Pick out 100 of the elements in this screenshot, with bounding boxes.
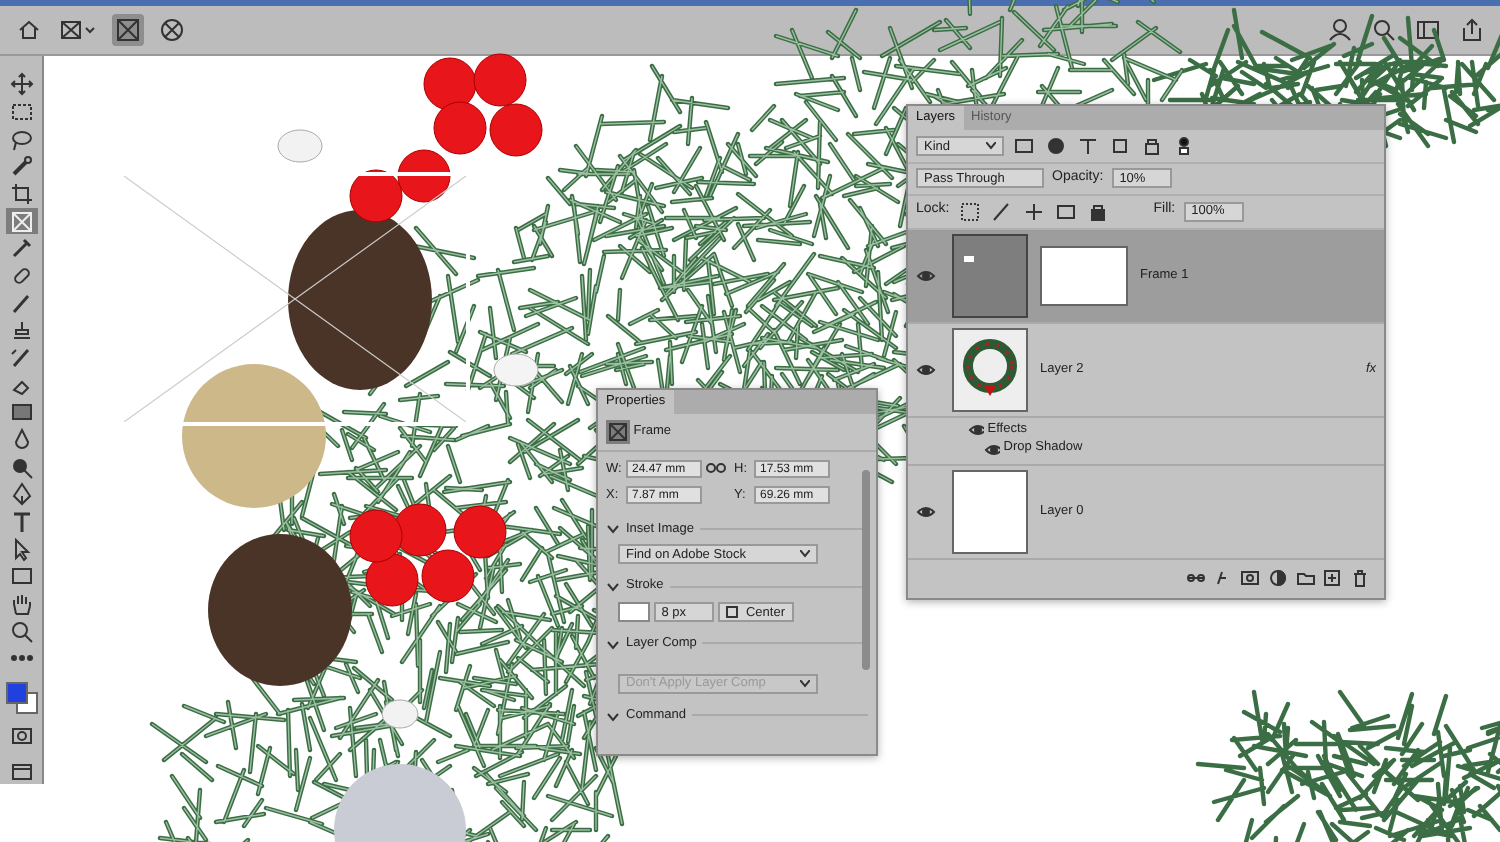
filter-button[interactable] [1140, 134, 1164, 158]
artboard-icon [1055, 201, 1076, 221]
color-swatches-icon[interactable] [5, 681, 37, 714]
berry [349, 509, 403, 563]
move-icon [9, 72, 33, 97]
ornament-ball [182, 364, 326, 508]
new-layer-icon [1322, 568, 1343, 588]
scrollbar[interactable] [862, 470, 870, 670]
frame-icon [9, 209, 33, 234]
eyedropper-icon [9, 236, 33, 261]
wreath-thumbnail [952, 327, 1028, 411]
user-button[interactable] [1324, 14, 1356, 46]
bandage-icon [9, 264, 33, 289]
brush-icon [9, 346, 33, 371]
eye-icon [984, 440, 1000, 457]
caret-icon [800, 679, 810, 688]
stroke-align-icon [725, 606, 737, 618]
smart-object-filter-icon [1142, 136, 1162, 156]
rectangle-icon [9, 564, 33, 589]
lock-icon [1087, 201, 1108, 221]
berry [433, 101, 487, 155]
dodge-icon [9, 455, 33, 480]
ellipse-frame-icon [160, 18, 184, 42]
berry [473, 53, 527, 107]
frame-thumbnail [952, 233, 1028, 317]
layer-action-button[interactable] [1320, 566, 1345, 590]
marquee-icon [9, 100, 33, 124]
shape-filter-icon [1110, 136, 1130, 156]
brush-icon [9, 291, 33, 316]
eye-icon [968, 420, 984, 437]
berry [397, 149, 451, 203]
frame-mode-button[interactable] [112, 14, 144, 46]
chevron-icon [606, 637, 620, 650]
trash-icon [1350, 568, 1370, 588]
frame-placeholder[interactable] [120, 172, 470, 426]
eye-icon [916, 359, 936, 379]
bead [277, 129, 323, 163]
workspace-icon [1416, 18, 1440, 42]
share-icon [1460, 18, 1484, 42]
lock-button[interactable] [1021, 199, 1046, 223]
link-icon [1185, 568, 1205, 588]
lock-button[interactable] [957, 199, 982, 223]
layer-action-button[interactable] [1238, 566, 1262, 590]
lock-button[interactable] [1053, 199, 1078, 223]
search-button[interactable] [1368, 14, 1400, 46]
frame-mode-button[interactable] [156, 14, 188, 46]
hand-icon [9, 592, 33, 617]
caret-icon [986, 142, 996, 150]
brush-select-icon [9, 154, 33, 179]
frame-tool-icon [60, 20, 96, 40]
screen-icon [9, 759, 33, 784]
berry [349, 169, 403, 223]
chevron-icon [606, 522, 620, 535]
stroke-color-swatch[interactable] [618, 602, 650, 622]
brush-icon [991, 201, 1012, 221]
stamp-icon [9, 318, 33, 343]
berry [489, 103, 543, 157]
layer-action-button[interactable] [1348, 566, 1372, 590]
tool-button[interactable] [5, 72, 37, 98]
tool-button[interactable] [5, 208, 37, 235]
filter-button[interactable] [1076, 134, 1100, 158]
type-filter-icon [1078, 136, 1098, 156]
berry [365, 553, 419, 607]
rectangle-frame-icon [116, 18, 140, 42]
lasso-icon [9, 127, 33, 152]
mask-icon [1240, 568, 1260, 588]
crop-icon [9, 182, 33, 207]
berry [423, 57, 477, 111]
caret-icon [800, 550, 810, 559]
move-icon [1023, 201, 1044, 221]
zoom-icon [9, 619, 33, 644]
pen-icon [9, 482, 33, 507]
layer-action-button[interactable] [1265, 566, 1290, 590]
user-icon [1328, 18, 1352, 42]
chevron-icon [606, 580, 620, 593]
berry [421, 549, 475, 603]
drop-icon [9, 428, 33, 453]
lock-pixels-icon [959, 201, 980, 221]
chevron-icon [606, 709, 620, 722]
lock-button[interactable] [1085, 199, 1110, 223]
filter-button[interactable] [1108, 134, 1132, 158]
eye-icon [916, 265, 936, 285]
gradient-icon [9, 400, 33, 425]
link-icon [706, 462, 726, 475]
lock-button[interactable] [989, 199, 1014, 223]
arrow-icon [9, 537, 33, 562]
search-icon [1372, 18, 1396, 42]
adjustment-filter-icon [1046, 136, 1066, 156]
mask-icon [9, 724, 33, 749]
adjustment-icon [1267, 568, 1288, 588]
type-icon [9, 510, 33, 535]
filter-button[interactable] [1012, 134, 1036, 158]
frame-icon [608, 422, 628, 442]
bead [381, 699, 419, 729]
filter-toggle-icon [1174, 136, 1194, 156]
filter-button[interactable] [1044, 134, 1068, 158]
eye-icon [916, 502, 936, 522]
berry [453, 505, 507, 559]
home-icon [17, 20, 39, 40]
bead [493, 353, 539, 387]
